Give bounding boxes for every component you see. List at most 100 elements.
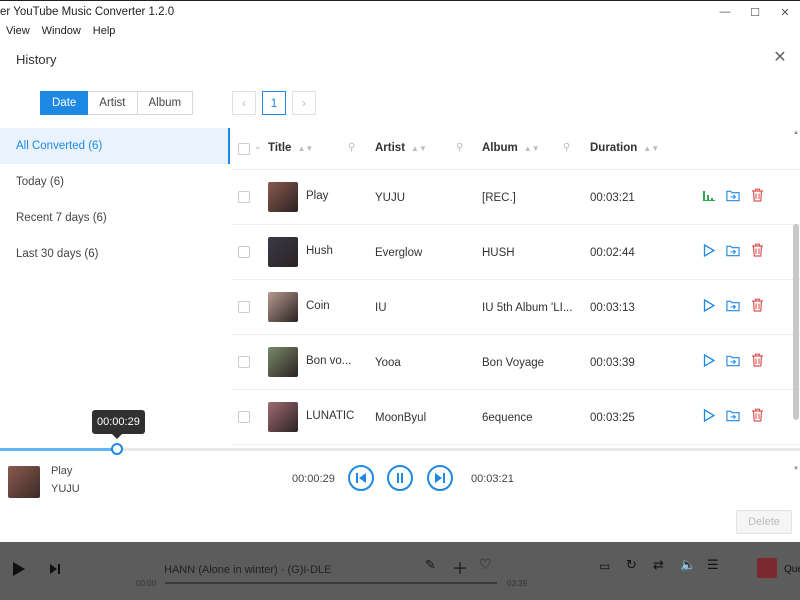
- sidebar-item-today[interactable]: Today (6): [0, 164, 230, 200]
- scroll-down-icon[interactable]: ▼: [793, 466, 799, 472]
- select-dropdown-icon[interactable]: ⌄: [254, 141, 262, 152]
- trash-icon[interactable]: [750, 408, 764, 422]
- title-bar: er YouTube Music Converter 1.2.0 — ☐ ✕: [0, 0, 800, 22]
- menu-window[interactable]: Window: [42, 25, 81, 37]
- row-actions: [702, 408, 764, 422]
- cell-duration: 00:03:25: [590, 412, 635, 424]
- seek-handle[interactable]: [110, 443, 123, 455]
- row-checkbox[interactable]: [238, 411, 250, 423]
- open-folder-icon[interactable]: [726, 188, 740, 202]
- minimize-icon[interactable]: —: [710, 1, 740, 23]
- equalizer-icon[interactable]: ☰: [707, 557, 719, 573]
- play-icon[interactable]: [702, 298, 716, 312]
- open-folder-icon[interactable]: [726, 243, 740, 257]
- sort-icon[interactable]: ▲▼: [297, 144, 313, 153]
- pause-button[interactable]: [387, 465, 413, 491]
- scrollbar-thumb[interactable]: [793, 224, 799, 420]
- main-progress-bar[interactable]: [165, 582, 497, 584]
- volume-icon[interactable]: 🔈: [680, 557, 696, 573]
- window-controls: — ☐ ✕: [710, 1, 800, 23]
- sort-icon[interactable]: ▲▼: [643, 144, 659, 153]
- album-cover: [268, 347, 298, 377]
- repeat-icon[interactable]: ↻: [626, 557, 637, 573]
- skip-back-icon: [356, 473, 366, 483]
- total-time: 00:03:21: [471, 473, 514, 485]
- trash-icon[interactable]: [750, 188, 764, 202]
- maximize-icon[interactable]: ☐: [740, 1, 770, 23]
- sort-icon[interactable]: ▲▼: [411, 144, 427, 153]
- search-icon[interactable]: ⚲: [563, 142, 570, 153]
- open-folder-icon[interactable]: [726, 298, 740, 312]
- search-icon[interactable]: ⚲: [348, 142, 355, 153]
- queue-cover[interactable]: [757, 558, 777, 578]
- tab-artist[interactable]: Artist: [88, 91, 138, 115]
- play-icon[interactable]: [702, 408, 716, 422]
- menu-view[interactable]: View: [6, 25, 30, 37]
- pagination: ‹ 1 ›: [232, 91, 316, 115]
- row-actions: [702, 353, 764, 367]
- page-number[interactable]: 1: [262, 91, 286, 115]
- row-checkbox[interactable]: [238, 246, 250, 258]
- sidebar-item-recent-7-days[interactable]: Recent 7 days (6): [0, 200, 230, 236]
- prev-page-icon[interactable]: ‹: [232, 91, 256, 115]
- row-checkbox[interactable]: [238, 356, 250, 368]
- next-page-icon[interactable]: ›: [292, 91, 316, 115]
- column-artist[interactable]: Artist ▲▼: [375, 142, 427, 154]
- shuffle-icon[interactable]: ⇄: [653, 557, 664, 573]
- heart-icon[interactable]: ♡: [479, 556, 492, 573]
- now-playing-cover: [8, 466, 40, 498]
- row-actions: [702, 188, 764, 202]
- playing-icon[interactable]: [702, 188, 716, 202]
- row-checkbox[interactable]: [238, 191, 250, 203]
- column-album[interactable]: Album ▲▼: [482, 142, 540, 154]
- tab-album[interactable]: Album: [137, 91, 194, 115]
- play-icon[interactable]: [702, 243, 716, 257]
- column-duration[interactable]: Duration ▲▼: [590, 142, 659, 154]
- menu-help[interactable]: Help: [93, 25, 116, 37]
- select-all-checkbox[interactable]: [238, 143, 250, 155]
- table-row[interactable]: Play YUJU [REC.] 00:03:21: [232, 170, 800, 225]
- add-icon[interactable]: ＋: [452, 555, 468, 579]
- row-checkbox[interactable]: [238, 301, 250, 313]
- sidebar-item-last-30-days[interactable]: Last 30 days (6): [0, 236, 230, 272]
- column-title-label: Title: [268, 142, 292, 154]
- window-close-icon[interactable]: ✕: [770, 1, 800, 23]
- column-album-label: Album: [482, 142, 518, 154]
- play-icon[interactable]: [702, 353, 716, 367]
- cell-artist: YUJU: [375, 192, 406, 204]
- table-row[interactable]: LUNATIC MoonByul 6equence 00:03:25: [232, 390, 800, 445]
- tab-date[interactable]: Date: [40, 91, 89, 115]
- trash-icon[interactable]: [750, 243, 764, 257]
- column-title[interactable]: Title ▲▼: [268, 142, 313, 154]
- table-row[interactable]: Bon vo... Yooa Bon Voyage 00:03:39: [232, 335, 800, 390]
- cast-icon[interactable]: ▭: [599, 559, 610, 573]
- table-scrollbar[interactable]: ▲ ▼: [792, 128, 800, 474]
- delete-button[interactable]: Delete: [736, 510, 792, 534]
- column-duration-label: Duration: [590, 142, 638, 154]
- scroll-up-icon[interactable]: ▲: [793, 130, 799, 136]
- trash-icon[interactable]: [750, 353, 764, 367]
- queue-label[interactable]: Que: [784, 564, 800, 575]
- album-cover: [268, 182, 298, 212]
- open-folder-icon[interactable]: [726, 408, 740, 422]
- cell-title: Bon vo...: [306, 355, 352, 367]
- trash-icon[interactable]: [750, 298, 764, 312]
- play-icon[interactable]: [12, 561, 26, 577]
- next-icon[interactable]: [49, 563, 61, 575]
- sort-icon[interactable]: ▲▼: [524, 144, 540, 153]
- wrench-icon[interactable]: ✎: [425, 557, 436, 573]
- open-folder-icon[interactable]: [726, 353, 740, 367]
- seek-bar[interactable]: [0, 443, 800, 455]
- search-icon[interactable]: ⚲: [456, 142, 463, 153]
- table-row[interactable]: Coin IU IU 5th Album 'LI... 00:03:13: [232, 280, 800, 335]
- cell-duration: 00:02:44: [590, 247, 635, 259]
- pause-icon: [397, 473, 403, 483]
- cell-album: 6equence: [482, 412, 533, 424]
- table-row[interactable]: Hush Everglow HUSH 00:02:44: [232, 225, 800, 280]
- cell-title: Coin: [306, 300, 330, 312]
- sidebar-item-all-converted[interactable]: All Converted (6): [0, 128, 230, 164]
- previous-track-button[interactable]: [348, 465, 374, 491]
- cell-artist: Yooa: [375, 357, 401, 369]
- dialog-close-icon[interactable]: ✕: [772, 50, 788, 66]
- next-track-button[interactable]: [427, 465, 453, 491]
